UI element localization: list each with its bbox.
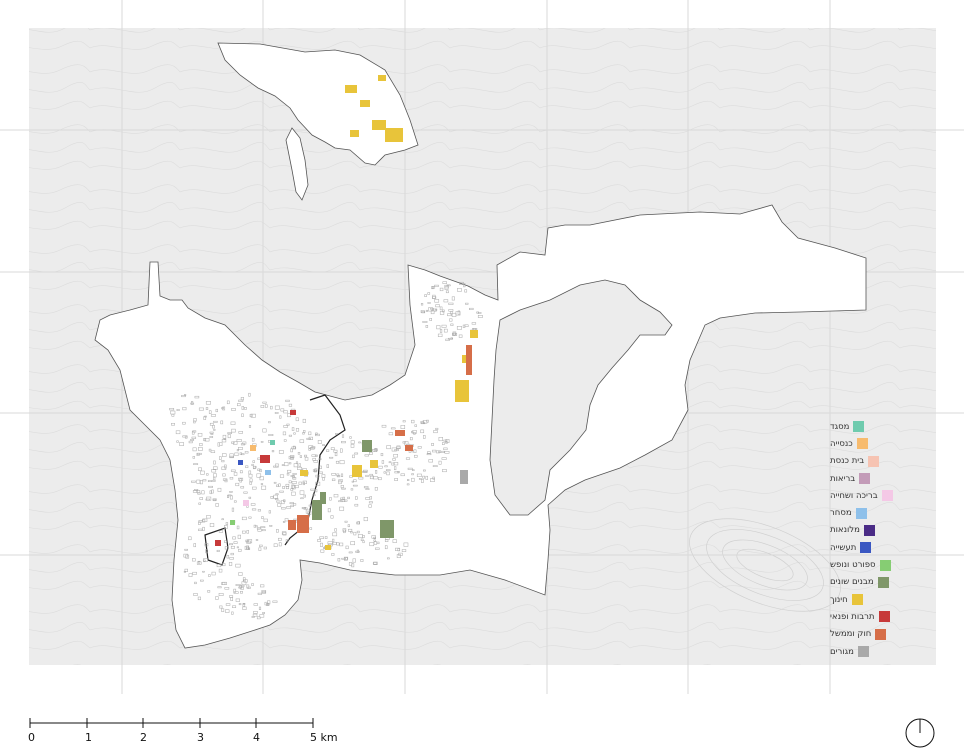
legend-item: בית כנסת — [830, 453, 922, 470]
land-use-legend: מסגד כנסייה בית כנסת בריאות בריכה ושחייה מסחר… — [830, 418, 922, 660]
land-use-parcel — [395, 430, 405, 436]
land-use-parcel — [238, 460, 243, 465]
land-use-parcel — [300, 470, 308, 476]
land-use-parcel — [290, 410, 296, 415]
land-use-parcel — [378, 75, 386, 81]
land-use-parcel — [230, 520, 235, 525]
land-use-parcel — [270, 440, 275, 445]
legend-label: מגורים — [830, 646, 854, 657]
land-use-parcel — [352, 465, 362, 477]
land-use-parcel — [320, 492, 326, 504]
legend-swatch — [853, 421, 865, 433]
land-use-parcel — [455, 380, 469, 402]
land-use-parcel — [250, 445, 256, 451]
legend-item: ספורט ונופש — [830, 556, 922, 573]
legend-label: בריכה ושחייה — [830, 490, 878, 501]
legend-swatch — [877, 576, 889, 588]
land-use-parcel — [360, 100, 370, 107]
land-use-parcel — [466, 345, 472, 375]
land-use-parcel — [215, 540, 221, 546]
scale-label-4: 4 — [253, 731, 260, 744]
scale-label-3: 3 — [197, 731, 204, 744]
land-use-parcel — [325, 545, 331, 550]
land-use-parcel — [405, 445, 413, 451]
legend-label: מלונאות — [830, 525, 860, 536]
scale-label-2: 2 — [140, 731, 147, 744]
land-use-parcel — [460, 470, 468, 484]
legend-item: מבנים שונים — [830, 574, 922, 591]
legend-swatch — [859, 473, 871, 485]
legend-swatch — [881, 490, 893, 502]
legend-swatch — [856, 438, 868, 450]
land-use-parcel — [372, 120, 386, 130]
land-use-parcel — [243, 500, 249, 506]
scale-label-1: 1 — [85, 731, 92, 744]
legend-label: ספורט ונופש — [830, 560, 876, 571]
land-use-parcel — [297, 515, 309, 533]
legend-swatch — [868, 455, 880, 467]
land-use-parcel — [345, 85, 357, 93]
legend-label: מסחר — [830, 508, 852, 519]
legend-item: חינוך — [830, 591, 922, 608]
legend-label: חוק וממשל — [830, 629, 872, 640]
legend-label: מסגד — [830, 421, 850, 432]
land-use-parcel — [370, 460, 378, 468]
legend-swatch — [879, 559, 891, 571]
land-use-parcel — [260, 455, 270, 463]
legend-swatch — [857, 646, 869, 657]
legend-item: מלונאות — [830, 522, 922, 539]
legend-label: מבנים שונים — [830, 577, 874, 588]
legend-label: בריאות — [830, 473, 856, 484]
legend-label: תעשייה — [830, 542, 857, 553]
land-use-parcel — [362, 440, 372, 452]
legend-item: חוק וממשל — [830, 626, 922, 643]
land-use-parcel — [265, 470, 271, 475]
legend-item: בריאות — [830, 470, 922, 487]
land-use-parcel — [470, 330, 478, 338]
legend-item: כנסייה — [830, 435, 922, 452]
scale-label-5: 5 km — [310, 731, 338, 744]
legend-swatch — [863, 524, 875, 536]
legend-item: מגורים — [830, 643, 922, 660]
land-use-parcel — [350, 130, 359, 137]
legend-swatch — [855, 507, 867, 519]
map-canvas — [0, 0, 964, 748]
legend-label: חינוך — [830, 594, 848, 605]
land-use-parcel — [288, 520, 296, 530]
legend-item: תרבות ופנאי — [830, 608, 922, 625]
legend-label: בית כנסת — [830, 456, 865, 467]
legend-item: תעשייה — [830, 539, 922, 556]
scale-bar — [29, 718, 314, 728]
legend-item: מסחר — [830, 504, 922, 521]
legend-swatch — [875, 628, 887, 640]
land-use-parcel — [385, 128, 403, 142]
legend-swatch — [860, 542, 872, 554]
legend-item: בריכה ושחייה — [830, 487, 922, 504]
legend-item: מסגד — [830, 418, 922, 435]
legend-swatch — [878, 611, 890, 623]
land-use-parcel — [380, 520, 394, 538]
legend-swatch — [851, 594, 863, 606]
north-arrow-icon — [905, 718, 935, 748]
legend-label: תרבות ופנאי — [830, 611, 875, 622]
legend-label: כנסייה — [830, 438, 853, 449]
scale-label-0: 0 — [28, 731, 35, 744]
